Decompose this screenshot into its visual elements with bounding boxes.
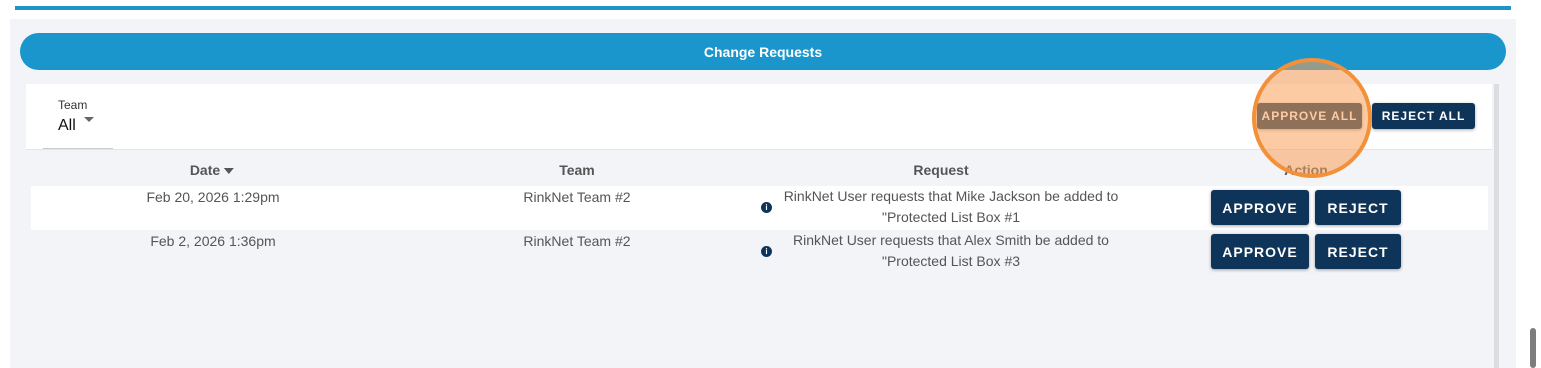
column-header-team-label: Team (559, 162, 595, 178)
row-request: RinkNet User requests that Mike Jackson … (766, 186, 1136, 228)
column-header-date-label: Date (189, 162, 221, 178)
column-header-action: Action (1284, 162, 1328, 178)
row-request-line1: RinkNet User requests that Alex Smith be… (793, 232, 1109, 248)
reject-button[interactable]: REJECT (1315, 234, 1401, 269)
top-divider (15, 6, 1511, 10)
row-team: RinkNet Team #2 (523, 233, 631, 249)
header-title: Change Requests (703, 43, 823, 60)
row-request-line2: "Protected List Box #3 (881, 253, 1021, 269)
row-date: Feb 2, 2026 1:36pm (150, 233, 276, 249)
column-header-team: Team (559, 162, 595, 178)
approve-all-button[interactable]: APPROVE ALL (1257, 103, 1362, 129)
row-request-line1: RinkNet User requests that Mike Jackson … (783, 188, 1119, 204)
team-filter-value[interactable]: All (58, 117, 76, 135)
caret-down-icon[interactable] (84, 117, 94, 122)
row-request: RinkNet User requests that Alex Smith be… (766, 230, 1136, 272)
inner-scrollbar[interactable] (1494, 84, 1499, 368)
row-date: Feb 20, 2026 1:29pm (146, 189, 280, 205)
reject-button[interactable]: REJECT (1315, 190, 1401, 225)
reject-all-button[interactable]: REJECT ALL (1372, 103, 1475, 129)
change-requests-header: Change Requests (20, 33, 1506, 70)
page-scrollbar-track[interactable] (1525, 0, 1541, 368)
column-header-request-label: Request (913, 162, 969, 178)
column-header-request: Request (913, 162, 968, 178)
sort-desc-icon[interactable] (224, 168, 235, 175)
row-team: RinkNet Team #2 (523, 189, 631, 205)
row-request-line2: "Protected List Box #1 (881, 209, 1021, 225)
column-header-action-label: Action (1284, 162, 1328, 178)
column-header-date[interactable]: Date (189, 162, 235, 178)
approve-button[interactable]: APPROVE (1211, 190, 1309, 225)
page-scrollbar-thumb[interactable] (1530, 328, 1536, 368)
team-filter-label: Team (58, 98, 88, 112)
approve-button[interactable]: APPROVE (1211, 234, 1309, 269)
